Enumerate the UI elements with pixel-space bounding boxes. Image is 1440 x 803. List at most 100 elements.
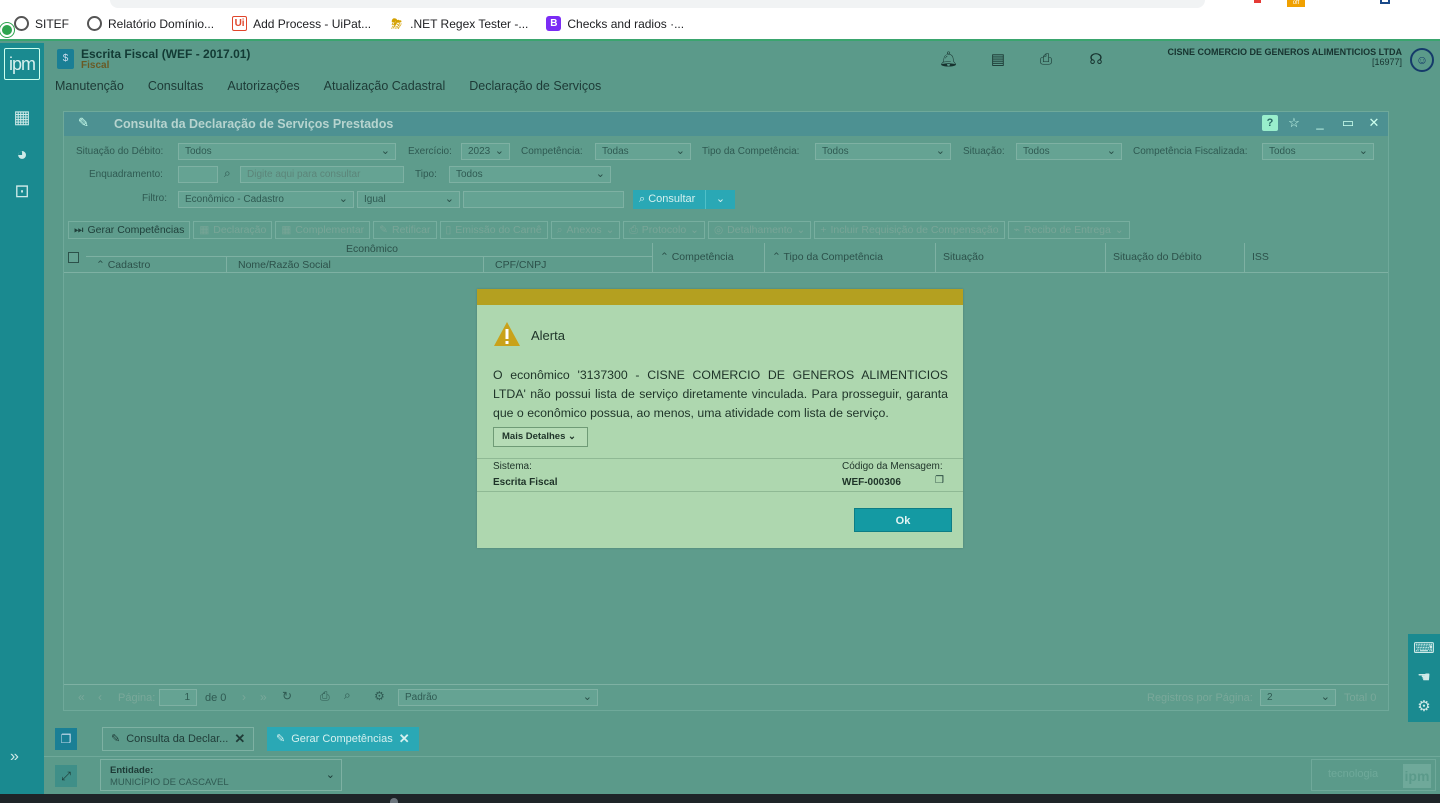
headset-icon[interactable]: ☊ — [1087, 51, 1105, 69]
extension-icon[interactable] — [1254, 0, 1261, 3]
search-icon[interactable]: ⌕ — [224, 166, 231, 181]
gear-icon[interactable]: ⚙ — [374, 689, 385, 703]
chevron-down-icon[interactable]: ⌄ — [705, 190, 735, 209]
star-icon[interactable]: ☆ — [1286, 115, 1302, 131]
enquadramento-search-input[interactable]: Digite aqui para consultar — [240, 166, 404, 183]
module-title: Escrita Fiscal (WEF - 2017.01) — [81, 47, 251, 61]
user-avatar-icon[interactable]: ☺ — [1410, 48, 1434, 72]
tab-consulta-declaracao[interactable]: ✎ Consulta da Declar... ✕ — [102, 727, 255, 751]
open-tabs-bar: ❐ ✎ Consulta da Declar... ✕ ✎ Gerar Competê… — [44, 722, 1440, 756]
close-icon[interactable]: ✕ — [1366, 115, 1382, 131]
column-tipo-competencia[interactable]: ⌃ Tipo da Competência — [772, 251, 883, 263]
column-situacao-debito[interactable]: Situação do Débito — [1113, 251, 1202, 263]
sort-up-icon: ⌃ — [96, 259, 108, 271]
eye-icon: ◎ — [713, 223, 724, 236]
chevron-down-icon: ⌄ — [568, 431, 576, 442]
printer-icon[interactable]: ⎙ — [1037, 51, 1055, 69]
gear-icon[interactable]: ⚙ — [1408, 692, 1440, 721]
menu-manutencao[interactable]: Manutenção — [44, 76, 136, 97]
bookmark-relatorio-dominio[interactable]: Relatório Domínio... — [87, 16, 214, 31]
column-cpf-cnpj[interactable]: CPF/CNPJ — [495, 259, 546, 271]
competencia-fiscalizada-select[interactable]: Todos ⌄ — [1262, 143, 1374, 160]
bookmark-checks-radios[interactable]: B Checks and radios ·... — [546, 16, 684, 31]
help-icon[interactable]: ? — [1262, 115, 1278, 131]
ok-button[interactable]: Ok — [854, 508, 952, 532]
retificar-button[interactable]: ✎ Retificar — [373, 220, 437, 239]
bell-icon[interactable]: 🔔︎ — [939, 51, 958, 69]
bookmark-sitef[interactable]: SITEF — [14, 16, 69, 31]
printer-icon[interactable]: ⎙ — [320, 689, 330, 704]
hand-icon[interactable]: ☚ — [1408, 663, 1440, 692]
ipm-logo[interactable]: ipm — [4, 48, 40, 80]
protocolo-button[interactable]: ⎙ Protocolo ⌄ — [623, 220, 705, 239]
column-nome[interactable]: Nome/Razão Social — [238, 259, 331, 271]
chevron-down-icon: ⌄ — [582, 691, 592, 703]
column-competencia[interactable]: ⌃ Competência — [660, 251, 734, 263]
close-icon[interactable]: ✕ — [399, 728, 410, 750]
anexos-button[interactable]: ⌕ Anexos ⌄ — [550, 220, 621, 239]
last-page-icon[interactable]: » — [260, 690, 267, 704]
next-page-icon[interactable]: › — [242, 690, 246, 704]
column-cadastro[interactable]: ⌃ Cadastro — [96, 259, 150, 271]
per-page-select[interactable]: 2 ⌄ — [1260, 689, 1336, 706]
filtro-valor-input[interactable] — [463, 191, 624, 208]
gerar-competencias-button[interactable]: ⏭ Gerar Competências — [68, 220, 191, 239]
expand-icon[interactable]: ⤢ — [55, 765, 77, 787]
first-page-icon[interactable]: « — [78, 690, 85, 704]
enquadramento-code-input[interactable] — [178, 166, 218, 183]
emissao-carne-button[interactable]: ▯ Emissão do Carnê — [439, 220, 548, 239]
copy-icon[interactable]: ❐ — [935, 475, 944, 486]
prev-page-icon[interactable]: ‹ — [98, 690, 102, 704]
operador-select[interactable]: Igual ⌄ — [357, 191, 460, 208]
weather-icon: ⛈ — [391, 15, 402, 31]
tipo-competencia-select[interactable]: Todos ⌄ — [815, 143, 951, 160]
column-situacao[interactable]: Situação — [943, 251, 984, 263]
more-details-button[interactable]: Mais Detalhes ⌄ — [493, 427, 588, 447]
refresh-icon[interactable]: ↻ — [282, 689, 292, 703]
menu-consultas[interactable]: Consultas — [136, 76, 216, 97]
menu-atualizacao-cadastral[interactable]: Atualização Cadastral — [312, 76, 458, 97]
situacao-debito-select[interactable]: Todos ⌄ — [178, 143, 396, 160]
select-all-checkbox[interactable] — [68, 252, 79, 263]
close-icon[interactable]: ✕ — [234, 728, 245, 750]
address-bar-edge[interactable] — [110, 0, 1205, 8]
pencil-icon: ✎ — [379, 223, 388, 236]
clipboard-icon[interactable]: ▤ — [989, 51, 1007, 69]
consultar-button[interactable]: ⌕ Consultar ⌄ — [633, 190, 735, 209]
filtro-select[interactable]: Econômico - Cadastro ⌄ — [178, 191, 354, 208]
menu-declaracao-servicos[interactable]: Declaração de Serviços — [457, 76, 613, 97]
exercicio-select[interactable]: 2023 ⌄ — [461, 143, 510, 160]
expand-rail-icon[interactable]: » — [10, 748, 19, 766]
company-code: [16977] — [1371, 57, 1402, 67]
tipo-select[interactable]: Todos ⌄ — [449, 166, 611, 183]
monitor-user-icon[interactable]: ⊡ — [10, 179, 34, 203]
chevron-down-icon: ⌄ — [675, 145, 685, 157]
layout-select[interactable]: Padrão ⌄ — [398, 689, 598, 706]
edit-icon: ✎ — [276, 733, 286, 745]
keyboard-icon[interactable]: ⌨ — [1408, 634, 1440, 663]
windows-stack-icon[interactable]: ❐ — [55, 728, 77, 750]
chevron-down-icon: ⌄ — [796, 223, 806, 236]
menu-autorizacoes[interactable]: Autorizações — [215, 76, 311, 97]
minimize-icon[interactable]: _ — [1312, 115, 1328, 130]
recibo-entrega-button[interactable]: ⌁ Recibo de Entrega ⌄ — [1007, 220, 1130, 239]
tab-gerar-competencias[interactable]: ✎ Gerar Competências ✕ — [267, 727, 419, 751]
declaracao-button[interactable]: ▦ Declaração — [193, 220, 273, 239]
page-input[interactable]: 1 — [159, 689, 197, 706]
incluir-requisicao-button[interactable]: + Incluir Requisição de Compensação — [814, 220, 1005, 239]
situacao-select[interactable]: Todos ⌄ — [1016, 143, 1122, 160]
calculator-icon[interactable]: ▦ — [10, 105, 34, 129]
competencia-select[interactable]: Todas ⌄ — [595, 143, 691, 160]
bookmark-regex-tester[interactable]: ⛈ .NET Regex Tester -... — [389, 16, 528, 31]
shield-icon[interactable] — [1380, 0, 1390, 4]
entity-bar: ⤢ Entidade: MUNICÍPIO DE CASCAVEL ⌄ tecn… — [44, 756, 1440, 794]
extension-off-badge[interactable]: off — [1287, 0, 1305, 7]
detalhamento-button[interactable]: ◎ Detalhamento ⌄ — [707, 220, 812, 239]
complementar-button[interactable]: ▦ Complementar — [275, 220, 371, 239]
column-iss[interactable]: ISS — [1252, 251, 1269, 263]
maximize-icon[interactable]: ▭ — [1340, 115, 1356, 131]
bookmark-add-process[interactable]: Ui Add Process - UiPat... — [232, 16, 371, 31]
search-icon[interactable]: ⌕ — [344, 688, 351, 703]
entity-select[interactable]: Entidade: MUNICÍPIO DE CASCAVEL ⌄ — [100, 759, 342, 791]
pie-chart-icon[interactable]: ◕ — [10, 142, 34, 166]
